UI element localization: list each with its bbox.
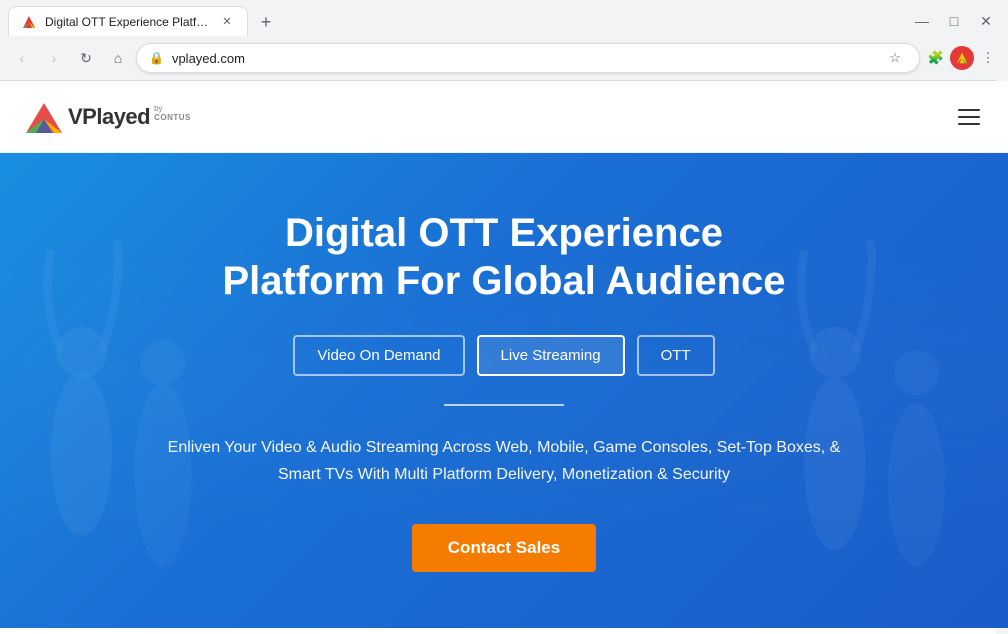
window-controls: — □ ✕	[908, 7, 1000, 35]
tab-close-button[interactable]: ✕	[219, 14, 235, 30]
hamburger-menu[interactable]	[954, 105, 984, 129]
hero-btn-ott[interactable]: OTT	[637, 335, 715, 376]
address-bar[interactable]: 🔒 vplayed.com ☆	[136, 43, 920, 73]
profile-button[interactable]	[950, 46, 974, 70]
vplayed-logo-icon	[24, 99, 64, 135]
logo-brand-text: CONTUS	[154, 113, 191, 122]
hero-divider	[444, 404, 564, 406]
browser-titlebar: Digital OTT Experience Platform ✕ + — □ …	[0, 0, 1008, 36]
profile-icon	[955, 51, 969, 65]
extensions-button[interactable]: 🧩	[924, 46, 948, 70]
browser-addressbar: ‹ › ↻ ⌂ 🔒 vplayed.com ☆ 🧩	[0, 36, 1008, 80]
logo-area[interactable]: VPlayed by CONTUS	[24, 99, 191, 135]
url-text: vplayed.com	[172, 51, 875, 66]
maximize-button[interactable]: □	[940, 7, 968, 35]
home-button[interactable]: ⌂	[104, 44, 132, 72]
lock-icon: 🔒	[149, 51, 164, 65]
refresh-button[interactable]: ↻	[72, 44, 100, 72]
header-nav[interactable]	[954, 105, 984, 129]
browser-tabs: Digital OTT Experience Platform ✕ +	[8, 6, 280, 36]
hero-title: Digital OTT Experience Platform For Glob…	[222, 209, 785, 305]
contact-sales-button[interactable]: Contact Sales	[412, 524, 596, 572]
browser-right-buttons: 🧩 ⋮	[924, 46, 1000, 70]
logo-by-text: by	[154, 104, 191, 113]
tab-favicon	[21, 14, 37, 30]
minimize-button[interactable]: —	[908, 7, 936, 35]
website-header: VPlayed by CONTUS	[0, 81, 1008, 153]
more-menu-button[interactable]: ⋮	[976, 46, 1000, 70]
hamburger-line-3	[958, 123, 980, 125]
hero-buttons: Video On Demand Live Streaming OTT	[293, 335, 714, 376]
browser-chrome: Digital OTT Experience Platform ✕ + — □ …	[0, 0, 1008, 81]
forward-button[interactable]: ›	[40, 44, 68, 72]
back-button[interactable]: ‹	[8, 44, 36, 72]
address-actions: ☆	[883, 46, 907, 70]
active-tab[interactable]: Digital OTT Experience Platform ✕	[8, 6, 248, 36]
bookmark-button[interactable]: ☆	[883, 46, 907, 70]
hamburger-line-2	[958, 116, 980, 118]
hero-section: Digital OTT Experience Platform For Glob…	[0, 153, 1008, 628]
hamburger-line-1	[958, 109, 980, 111]
tab-title: Digital OTT Experience Platform	[45, 15, 211, 29]
new-tab-button[interactable]: +	[252, 8, 280, 36]
hero-btn-live-streaming[interactable]: Live Streaming	[477, 335, 625, 376]
hero-description: Enliven Your Video & Audio Streaming Acr…	[154, 434, 854, 488]
close-button[interactable]: ✕	[972, 7, 1000, 35]
hero-btn-vod[interactable]: Video On Demand	[293, 335, 464, 376]
logo-vplayed-text: VPlayed	[68, 104, 150, 130]
page-content: VPlayed by CONTUS	[0, 81, 1008, 628]
